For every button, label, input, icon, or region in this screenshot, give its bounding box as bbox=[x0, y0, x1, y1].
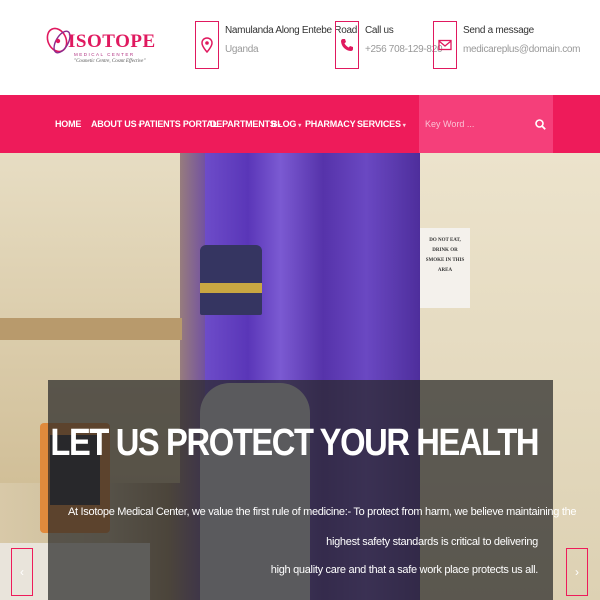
hero-photo-sign: DO NOT EAT, DRINK OR SMOKE IN THIS AREA bbox=[420, 228, 470, 308]
chevron-down-icon: ▾ bbox=[298, 123, 302, 129]
nav-item-about-us[interactable]: ABOUT US ▾ bbox=[91, 95, 141, 153]
hero-caption: LET US PROTECT YOUR HEALTH At Isotope Me… bbox=[48, 380, 577, 600]
hero-slider: DO NOT EAT, DRINK OR SMOKE IN THIS AREA … bbox=[0, 153, 600, 600]
map-pin-icon bbox=[195, 21, 219, 69]
logo[interactable]: ISOTOPE MEDICAL CENTER "Cosmetic Centre,… bbox=[44, 22, 155, 70]
hero-photo-shelf bbox=[0, 318, 182, 340]
contact-phone-number[interactable]: +256 708-129-820 bbox=[365, 44, 443, 55]
nav-item-label: PATIENTS PORTAL bbox=[139, 119, 218, 129]
nav-item-label: BLOG bbox=[271, 119, 297, 129]
hero-title: LET US PROTECT YOUR HEALTH bbox=[50, 422, 539, 464]
main-nav: HOME ABOUT US ▾ PATIENTS PORTAL DEPARTMEN… bbox=[0, 95, 600, 153]
envelope-icon bbox=[433, 21, 457, 69]
nav-item-services[interactable]: SERVICES ▾ bbox=[357, 95, 406, 153]
hero-photo-person-cap bbox=[200, 245, 262, 315]
nav-item-departments[interactable]: DEPARTMENTS ▾ bbox=[210, 95, 281, 153]
brand-name: ISOTOPE bbox=[68, 31, 156, 52]
hero-text-line-1: At Isotope Medical Center, we value the … bbox=[68, 506, 577, 518]
hero-photo-cap-band bbox=[200, 283, 262, 293]
brand-subtitle: MEDICAL CENTER bbox=[74, 52, 135, 57]
phone-icon bbox=[335, 21, 359, 69]
nav-item-label: SERVICES bbox=[357, 119, 401, 129]
chevron-down-icon: ▾ bbox=[402, 123, 406, 129]
nav-item-label: ABOUT US bbox=[91, 119, 137, 129]
contact-email-address[interactable]: medicareplus@domain.com bbox=[463, 44, 581, 55]
chevron-left-icon: ‹ bbox=[20, 565, 24, 579]
nav-item-label: PHARMACY bbox=[305, 119, 356, 129]
contact-phone-label: Call us bbox=[365, 25, 394, 36]
hero-text-line-3: high quality care and that a safe work p… bbox=[270, 564, 539, 576]
nav-item-label: HOME bbox=[55, 119, 82, 129]
contact-email-label: Send a message bbox=[463, 25, 534, 36]
contact-address-line2: Uganda bbox=[225, 44, 259, 55]
search-input[interactable] bbox=[419, 95, 529, 153]
slider-prev-button[interactable]: ‹ bbox=[11, 548, 33, 596]
nav-item-home[interactable]: HOME bbox=[55, 95, 81, 153]
chevron-right-icon: › bbox=[575, 565, 579, 579]
nav-item-blog[interactable]: BLOG ▾ bbox=[271, 95, 301, 153]
nav-item-label: DEPARTMENTS bbox=[210, 119, 276, 129]
nav-item-pharmacy[interactable]: PHARMACY bbox=[305, 95, 356, 153]
hero-text-line-2: highest safety standards is critical to … bbox=[326, 536, 538, 548]
search-box bbox=[419, 95, 553, 153]
nav-item-patients-portal[interactable]: PATIENTS PORTAL bbox=[139, 95, 218, 153]
slider-next-button[interactable]: › bbox=[566, 548, 588, 596]
site-header: ISOTOPE MEDICAL CENTER "Cosmetic Centre,… bbox=[0, 0, 600, 95]
search-icon[interactable] bbox=[530, 114, 550, 134]
brand-tagline: "Cosmetic Centre, Cosmt Effective" bbox=[74, 59, 146, 64]
